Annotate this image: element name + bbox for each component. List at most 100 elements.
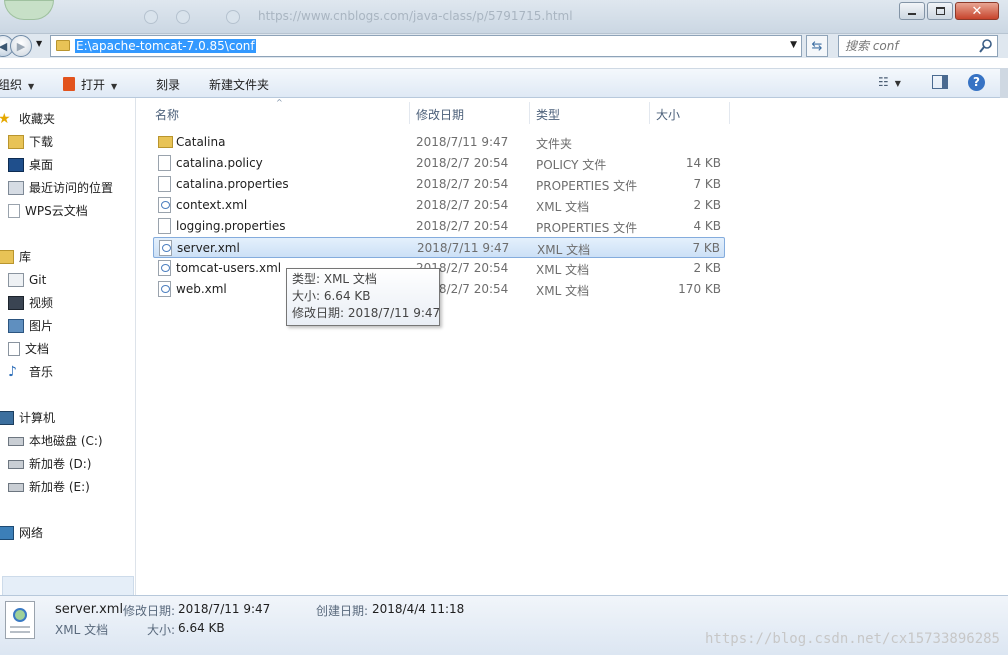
sidebar-item-label: 新加卷 (E:): [29, 480, 90, 494]
close-button[interactable]: ✕: [955, 2, 999, 20]
sidebar-item-label: 库: [19, 250, 32, 264]
sidebar-item-label: 计算机: [19, 411, 56, 425]
file-icon: [158, 155, 171, 171]
sidebar-item-recent[interactable]: 最近访问的位置: [8, 177, 113, 199]
file-name: server.xml: [177, 241, 240, 255]
sidebar-item-drive-e[interactable]: 新加卷 (E:): [8, 476, 90, 498]
sidebar-item-label: 收藏夹: [19, 112, 56, 126]
sidebar-item-computer[interactable]: 计算机: [0, 407, 55, 429]
file-icon: [158, 218, 171, 234]
file-type: PROPERTIES 文件: [536, 221, 638, 235]
file-list-pane: ^ 名称 修改日期 类型 大小 Catalina 2018/7/11 9:47 …: [137, 98, 1008, 595]
navigation-row: ◀ ▶ ▼ E:\apache-tomcat-7.0.85\conf ▼ ⇆: [0, 34, 1008, 58]
file-size: 2 KB: [693, 261, 721, 275]
file-name: web.xml: [176, 282, 227, 296]
sidebar-item-favorites[interactable]: ★ 收藏夹: [0, 108, 55, 130]
column-separator[interactable]: [729, 102, 730, 124]
address-dropdown-icon[interactable]: ▼: [790, 40, 797, 50]
sidebar-item-drive-d[interactable]: 新加卷 (D:): [8, 453, 91, 475]
sidebar-item-label: WPS云文档: [25, 204, 88, 218]
file-modified: 2018/2/7 20:54: [416, 219, 509, 233]
details-created-label: 创建日期:: [316, 604, 369, 618]
file-row[interactable]: context.xml 2018/2/7 20:54 XML 文档 2 KB: [153, 195, 725, 216]
preview-pane-button[interactable]: [932, 75, 948, 92]
column-header-name[interactable]: 名称: [155, 106, 179, 123]
file-type: XML 文档: [536, 263, 590, 277]
forward-button[interactable]: ▶: [10, 35, 32, 57]
help-button[interactable]: ?: [968, 74, 985, 91]
column-separator[interactable]: [409, 102, 410, 124]
file-type: XML 文档: [536, 200, 590, 214]
file-row[interactable]: catalina.properties 2018/2/7 20:54 PROPE…: [153, 174, 725, 195]
column-header-size[interactable]: 大小: [656, 106, 680, 123]
organize-button[interactable]: 组织 ▼: [0, 76, 34, 93]
sidebar-item-git[interactable]: Git: [8, 269, 46, 291]
maximize-button[interactable]: [927, 2, 953, 20]
pictures-icon: [8, 319, 24, 333]
command-bar: 组织 ▼ 打开 ▼ 刻录 新建文件夹 ☷ ▼ ?: [0, 68, 1008, 98]
sidebar-item-libraries[interactable]: 库: [0, 246, 31, 268]
sidebar-item-drive-c[interactable]: 本地磁盘 (C:): [8, 430, 103, 452]
preview-pane-icon: [932, 75, 948, 89]
sidebar-item-network[interactable]: 网络: [0, 522, 43, 544]
sidebar-item-downloads[interactable]: 下载: [8, 131, 53, 153]
sidebar-item-videos[interactable]: 视频: [8, 292, 53, 314]
open-button[interactable]: 打开 ▼: [63, 76, 117, 93]
column-separator[interactable]: [649, 102, 650, 124]
documents-icon: [8, 342, 20, 356]
refresh-icon: ⇆: [811, 38, 823, 54]
sidebar-item-documents[interactable]: 文档: [8, 338, 49, 360]
new-folder-button[interactable]: 新建文件夹: [209, 76, 269, 93]
office-icon: [63, 77, 75, 91]
sidebar-item-label: 桌面: [29, 158, 54, 172]
network-icon: [0, 526, 14, 540]
drive-icon: [8, 459, 24, 469]
file-row-selected[interactable]: server.xml 2018/7/11 9:47 XML 文档 7 KB: [153, 237, 725, 258]
xml-file-icon: [158, 197, 171, 213]
file-modified: 2018/7/11 9:47: [416, 135, 509, 149]
sidebar-item-music[interactable]: ♪ 音乐: [8, 361, 53, 383]
xml-file-icon: [158, 260, 171, 276]
xml-file-icon: [159, 240, 172, 256]
history-dropdown-icon[interactable]: ▼: [36, 39, 42, 48]
address-bar[interactable]: E:\apache-tomcat-7.0.85\conf ▼: [50, 35, 802, 57]
sidebar-item-desktop[interactable]: 桌面: [8, 154, 53, 176]
sidebar-item-label: Git: [29, 273, 47, 287]
details-modified-label: 修改日期:: [123, 604, 176, 618]
column-header-modified[interactable]: 修改日期: [416, 106, 464, 123]
burn-button[interactable]: 刻录: [156, 76, 180, 93]
navigation-pane: ★ 收藏夹 下载 桌面 最近访问的位置 WPS云文档 库 Git 视频 图片 文…: [0, 98, 136, 598]
sidebar-item-pictures[interactable]: 图片: [8, 315, 53, 337]
file-name: tomcat-users.xml: [176, 261, 282, 275]
folder-icon: [56, 40, 70, 51]
address-path[interactable]: E:\apache-tomcat-7.0.85\conf: [75, 39, 256, 53]
minimize-button[interactable]: [899, 2, 925, 20]
drive-icon: [8, 482, 24, 492]
file-row[interactable]: Catalina 2018/7/11 9:47 文件夹: [153, 132, 725, 153]
search-input[interactable]: [845, 39, 975, 53]
recent-places-icon: [8, 181, 24, 195]
file-size: 2 KB: [693, 198, 721, 212]
column-header-type[interactable]: 类型: [536, 106, 560, 123]
sidebar-item-label: 音乐: [29, 365, 54, 379]
search-box[interactable]: [838, 35, 998, 57]
search-icon[interactable]: [979, 39, 992, 53]
file-name: Catalina: [176, 135, 226, 149]
sort-ascending-icon: ^: [276, 98, 283, 107]
tooltip-modified: 修改日期: 2018/7/11 9:47: [292, 306, 441, 320]
view-options-button[interactable]: ☷ ▼: [878, 75, 901, 89]
column-separator[interactable]: [529, 102, 530, 124]
file-row[interactable]: catalina.policy 2018/2/7 20:54 POLICY 文件…: [153, 153, 725, 174]
sidebar-item-label: 最近访问的位置: [29, 181, 114, 195]
back-arrow-icon: ◀: [0, 39, 8, 53]
refresh-button[interactable]: ⇆: [806, 35, 828, 57]
sidebar-item-label: 网络: [19, 526, 44, 540]
file-row[interactable]: logging.properties 2018/2/7 20:54 PROPER…: [153, 216, 725, 237]
watermark: https://blog.csdn.net/cx15733896285: [704, 631, 1000, 647]
sidebar-item-wps-cloud[interactable]: WPS云文档: [8, 200, 88, 222]
file-tooltip: 类型: XML 文档 大小: 6.64 KB 修改日期: 2018/7/11 9…: [286, 268, 440, 326]
file-type: PROPERTIES 文件: [536, 179, 638, 193]
faded-url-text: https://www.cnblogs.com/java-class/p/579…: [258, 9, 573, 23]
tooltip-type: 类型: XML 文档: [292, 272, 377, 286]
file-type: 文件夹: [536, 137, 573, 151]
